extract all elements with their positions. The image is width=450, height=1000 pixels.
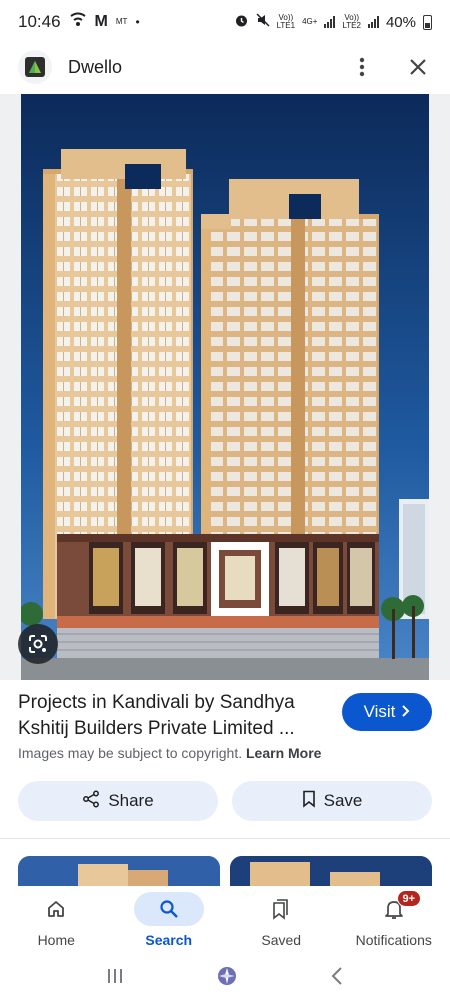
nav-search-label: Search — [145, 932, 193, 948]
notification-badge: 9+ — [396, 890, 421, 907]
status-time: 10:46 — [18, 12, 61, 31]
copyright-text: Images may be subject to copyright. — [18, 745, 243, 761]
close-icon[interactable] — [404, 53, 432, 81]
battery-percent: 40% — [385, 13, 416, 31]
search-icon — [133, 892, 204, 926]
signal2-icon — [367, 16, 379, 28]
image-viewer[interactable] — [0, 94, 450, 680]
dot-icon: • — [135, 15, 140, 29]
nav-saved-label: Saved — [261, 932, 302, 948]
signal1-icon — [324, 16, 336, 28]
app-header: Dwello — [0, 44, 450, 90]
divider — [0, 838, 450, 839]
volte1-indicator: Vo)) LTE1 — [277, 14, 296, 30]
related-images — [18, 856, 432, 886]
related-image-thumbnail[interactable] — [18, 856, 220, 886]
recents-icon[interactable] — [106, 967, 124, 990]
more-vert-icon[interactable] — [348, 53, 376, 81]
lens-search-icon[interactable] — [18, 624, 58, 664]
battery-icon — [423, 14, 432, 30]
learn-more-link[interactable]: Learn More — [246, 745, 321, 761]
chevron-right-icon — [401, 702, 410, 722]
alarm-icon — [234, 13, 249, 32]
bottom-navigation: Home Search Saved 9+ Notifications — [0, 886, 450, 956]
nav-notifications[interactable]: 9+ Notifications — [338, 886, 450, 956]
dwello-logo-icon[interactable] — [18, 50, 52, 84]
visit-button[interactable]: Visit — [342, 693, 432, 731]
result-title-line1: Projects in Kandivali by Sandhya — [18, 692, 295, 713]
result-title[interactable]: Projects in Kandivali by Sandhya Kshitij… — [18, 690, 328, 742]
bell-icon: 9+ — [359, 890, 429, 926]
save-label: Save — [323, 791, 363, 810]
volte2-indicator: Vo)) LTE2 — [342, 14, 361, 30]
lte2-text: LTE2 — [342, 21, 361, 30]
lte1-text: LTE1 — [276, 21, 296, 30]
saved-bookmark-icon — [246, 892, 316, 926]
building-illustration — [21, 94, 429, 680]
status-bar: 10:46 M MT • Vo)) LTE1 4G+ Vo)) LTE2 40% — [0, 0, 450, 44]
copyright-note: Images may be subject to copyright. Lear… — [18, 745, 321, 761]
back-icon[interactable] — [330, 966, 344, 991]
mute-icon — [256, 13, 270, 31]
nav-home[interactable]: Home — [0, 886, 113, 956]
nav-search[interactable]: Search — [113, 886, 226, 956]
building-image[interactable] — [21, 94, 429, 680]
wifi-call-icon — [69, 12, 87, 33]
visit-label: Visit — [363, 702, 396, 721]
nav-saved[interactable]: Saved — [225, 886, 338, 956]
app-name: Dwello — [68, 56, 123, 77]
bookmark-icon — [302, 790, 316, 813]
system-navigation — [0, 956, 450, 1000]
share-label: Share — [108, 791, 154, 810]
nav-home-label: Home — [37, 932, 75, 948]
action-row: Share Save — [18, 781, 432, 821]
network-type: 4G+ — [302, 17, 318, 26]
share-button[interactable]: Share — [18, 781, 218, 821]
nav-notifications-label: Notifications — [355, 932, 432, 948]
gmail-icon: M — [94, 13, 108, 30]
carrier-badge: MT — [115, 17, 128, 26]
related-image-thumbnail[interactable] — [230, 856, 432, 886]
home-circle-icon[interactable] — [216, 965, 238, 992]
save-button[interactable]: Save — [232, 781, 432, 821]
result-title-line2: Kshitij Builders Private Limited ... — [18, 718, 295, 739]
share-icon — [82, 790, 100, 813]
home-icon — [21, 892, 91, 926]
